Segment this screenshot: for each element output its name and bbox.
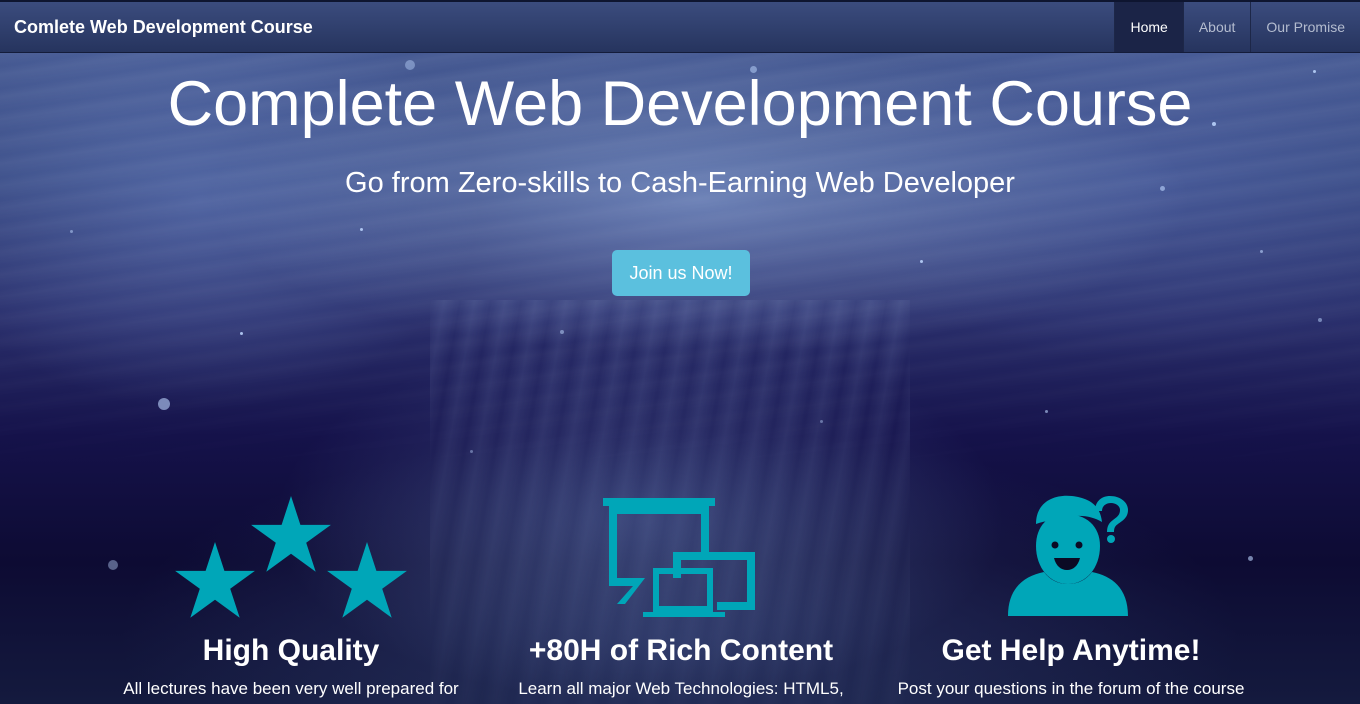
feature-rich-content: +80H of Rich Content Learn all major Web…: [481, 488, 881, 700]
feature-text: Learn all major Web Technologies: HTML5,: [518, 679, 844, 698]
navbar-menu: Home About Our Promise: [1114, 2, 1360, 52]
stars-icon: [91, 488, 491, 618]
feature-high-quality: High Quality All lectures have been very…: [91, 488, 491, 700]
feature-get-help: Get Help Anytime! Post your questions in…: [871, 488, 1271, 700]
hero-title: Complete Web Development Course: [167, 69, 1193, 139]
page: Comlete Web Development Course Home Abou…: [0, 0, 1360, 704]
feature-text: Post your questions in the forum of the …: [897, 679, 1245, 698]
nav-item-about[interactable]: About: [1182, 2, 1251, 52]
nav-item-home[interactable]: Home: [1114, 2, 1183, 52]
feature-title: Get Help Anytime!: [941, 634, 1201, 667]
feature-title: +80H of Rich Content: [528, 634, 834, 667]
nav-item-our-promise[interactable]: Our Promise: [1250, 2, 1360, 52]
navbar: Comlete Web Development Course Home Abou…: [0, 0, 1360, 53]
user-question-icon: [871, 488, 1271, 618]
hero-subtitle: Go from Zero-skills to Cash-Earning Web …: [345, 167, 1015, 199]
devices-icon: [481, 488, 881, 618]
feature-title: High Quality: [202, 634, 380, 667]
feature-text: All lectures have been very well prepare…: [123, 679, 459, 698]
join-us-button[interactable]: Join us Now!: [612, 250, 750, 296]
navbar-brand[interactable]: Comlete Web Development Course: [14, 17, 313, 38]
